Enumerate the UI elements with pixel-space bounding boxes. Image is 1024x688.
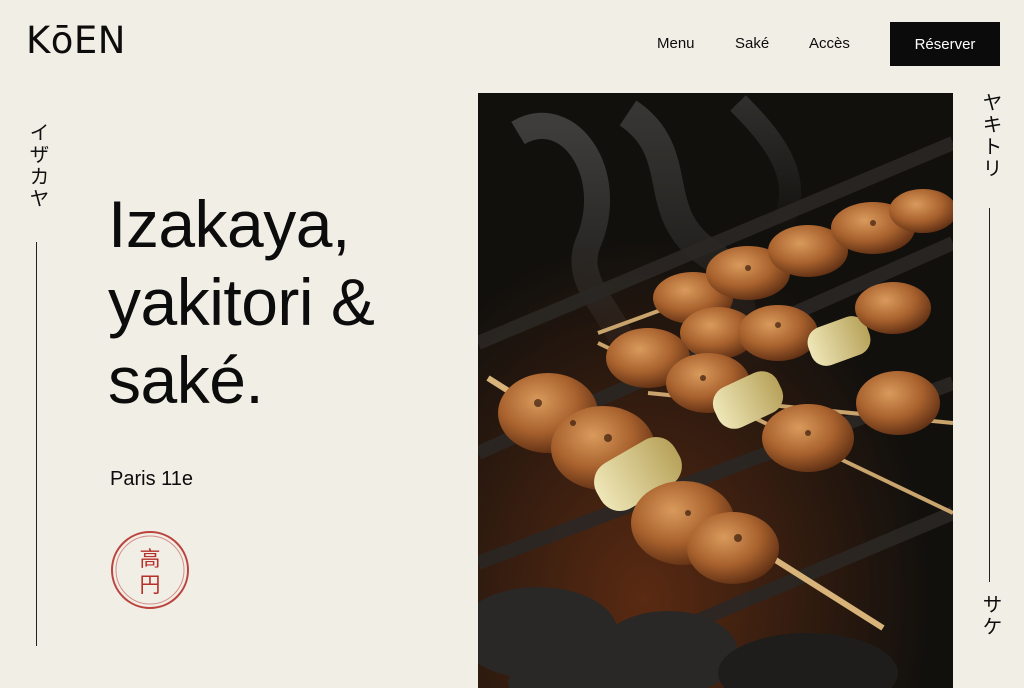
stamp-glyph-top: 高 <box>140 547 161 571</box>
left-divider <box>36 242 37 646</box>
reserve-button[interactable]: Réserver <box>890 22 1000 66</box>
right-vertical-label-bottom: サケ <box>979 594 1003 638</box>
stamp-glyph-bottom: 円 <box>140 573 161 597</box>
hero-title-line-2: yakitori & <box>108 264 375 339</box>
left-vertical-label: イザカヤ <box>26 122 50 210</box>
right-divider <box>989 208 990 582</box>
nav-link-sake[interactable]: Saké <box>735 35 769 52</box>
hanko-stamp-icon: 高 円 <box>110 530 190 610</box>
nav-link-menu[interactable]: Menu <box>657 35 695 52</box>
hero-title: Izakaya, yakitori & saké. <box>108 186 375 420</box>
location-label: Paris 11e <box>110 468 194 490</box>
hero-title-line-1: Izakaya, <box>108 187 350 261</box>
hero-title-line-3: saké. <box>108 342 264 417</box>
brand-logo[interactable]: KōEN <box>26 22 126 59</box>
right-vertical-label-top: ヤキトリ <box>979 92 1003 180</box>
nav-link-acces[interactable]: Accès <box>809 35 850 52</box>
hero-photo-yakitori <box>478 93 953 688</box>
